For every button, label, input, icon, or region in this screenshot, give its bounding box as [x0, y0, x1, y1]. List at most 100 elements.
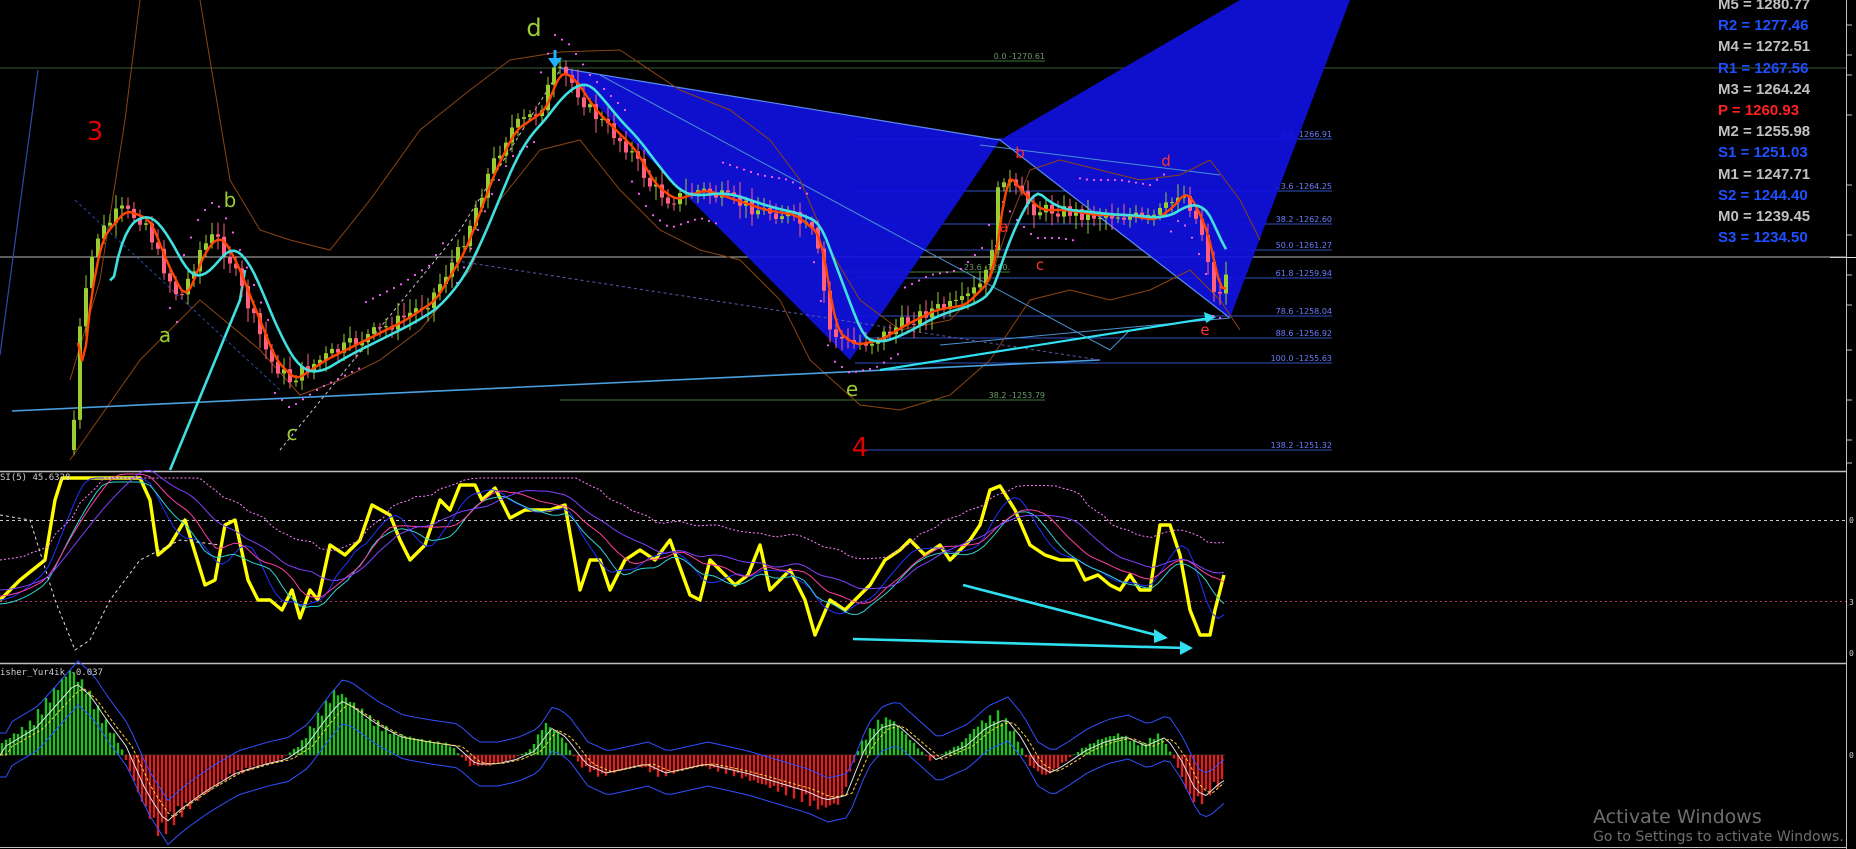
sar-dot — [728, 163, 732, 167]
fisher-histogram-bar — [1052, 755, 1056, 769]
wave-label: e — [1200, 321, 1209, 339]
fibo-level-label: 78.6 -1258.04 — [1276, 307, 1332, 316]
candle-body — [972, 287, 976, 294]
sar-dot — [1197, 252, 1201, 256]
fisher-histogram-bar — [764, 755, 768, 785]
watermark-subtitle: Go to Settings to activate Windows. — [1593, 829, 1844, 845]
pivot-level-row: S3 = 1234.50 — [1718, 229, 1808, 247]
fisher-histogram-bar — [8, 738, 12, 755]
fisher-histogram-bar — [1092, 743, 1096, 755]
fisher-axis-tick-label: 0 — [1849, 751, 1854, 760]
fisher-histogram-bar — [584, 755, 588, 767]
fisher-histogram-bar — [204, 755, 208, 794]
candle-body — [666, 197, 670, 204]
rsi-divergence-arrowhead-lower — [1180, 641, 1193, 655]
fisher-histogram-bar — [448, 746, 452, 755]
fisher-histogram-bar — [452, 748, 456, 755]
fisher-histogram-bar — [636, 755, 640, 766]
fisher-histogram-bar — [612, 755, 616, 774]
candle-body — [144, 223, 148, 225]
candle-body — [912, 323, 916, 325]
sar-dot — [546, 52, 550, 55]
sar-dot — [574, 52, 578, 56]
sar-dot — [1029, 232, 1033, 236]
fisher-histogram-bar — [184, 755, 188, 803]
fisher-histogram-bar — [124, 755, 128, 760]
sar-dot — [301, 398, 305, 401]
fisher-histogram-bar — [244, 755, 248, 768]
sar-dot — [875, 365, 879, 368]
fisher-histogram-bar — [920, 751, 924, 755]
fisher-histogram-bar — [996, 710, 1000, 755]
sar-dot — [525, 145, 529, 148]
candle-body — [1224, 274, 1228, 294]
rsi-divergence-arrowhead-upper — [1154, 629, 1168, 643]
rsi-band-upper — [0, 477, 1225, 561]
candle-body — [756, 210, 760, 215]
fisher-histogram-bar — [360, 708, 364, 755]
fisher-histogram-bar — [316, 712, 320, 755]
sar-dot — [644, 204, 648, 208]
fisher-histogram-bar — [620, 755, 624, 771]
fisher-histogram-bar — [800, 755, 804, 803]
fisher-histogram-bar — [1072, 754, 1076, 755]
sar-dot — [616, 101, 620, 105]
candle-body — [1056, 213, 1060, 217]
fisher-histogram-bar — [1112, 735, 1116, 755]
fisher-histogram-bar — [976, 726, 980, 755]
fisher-histogram-bar — [348, 701, 352, 755]
rsi-axis-tick-label: 0 — [1849, 516, 1854, 525]
sar-dot — [1211, 314, 1215, 318]
candle-body — [378, 327, 382, 329]
fisher-signal-yellow — [0, 688, 1225, 818]
candle-body — [702, 188, 706, 191]
sar-dot — [378, 293, 382, 297]
candle-body — [228, 256, 232, 264]
sar-dot — [770, 175, 774, 179]
rsi-divergence-line-upper — [962, 583, 1161, 638]
fisher-histogram-bar — [808, 755, 812, 807]
sar-dot — [1134, 181, 1138, 184]
candle-body — [180, 294, 184, 296]
sar-dot — [707, 219, 711, 223]
fisher-histogram-bar — [972, 728, 976, 755]
sar-dot — [959, 267, 963, 271]
chart-stage: 0.0 -1270.61 0.0 -1266.91 23.6 -1264.25 38.… — [0, 0, 1856, 849]
sar-dot — [1120, 179, 1124, 182]
sar-dot — [1043, 236, 1047, 240]
sar-dot — [476, 228, 480, 232]
fisher-histogram-bar — [232, 755, 236, 777]
candle-body — [1110, 215, 1114, 219]
fisher-histogram-bar — [416, 738, 420, 755]
fisher-histogram-bar — [1000, 722, 1004, 755]
fisher-histogram-bar — [816, 755, 820, 810]
candle-body — [516, 118, 520, 128]
sar-dot — [385, 290, 389, 293]
fisher-histogram-bar — [408, 736, 412, 755]
fisher-histogram-bar — [568, 750, 572, 755]
fisher-histogram-bar — [160, 755, 164, 823]
fisher-histogram-bar — [844, 755, 848, 787]
fisher-histogram-bar — [1076, 751, 1080, 755]
fisher-histogram-bar — [220, 755, 224, 780]
fisher-histogram-bar — [748, 755, 752, 781]
fisher-histogram-bar — [616, 755, 620, 772]
candle-body — [936, 304, 940, 309]
fisher-histogram-bar — [404, 736, 408, 755]
sar-dot — [427, 264, 431, 267]
pivot-level-row: M0 = 1239.45 — [1718, 208, 1811, 226]
fisher-histogram-bar — [928, 755, 932, 761]
sar-dot — [938, 272, 942, 275]
fisher-histogram-bar — [608, 755, 612, 773]
fisher-histogram-bar — [576, 755, 580, 762]
sar-dot — [364, 300, 368, 304]
wave-label: c — [1036, 256, 1044, 274]
sar-dot — [658, 219, 662, 222]
sar-dot — [392, 286, 396, 290]
rsi-divergence-line-lower — [852, 637, 1186, 650]
sar-dot — [231, 231, 235, 234]
sar-dot — [980, 246, 984, 250]
fisher-histogram-bar — [112, 733, 116, 755]
sar-dot — [819, 299, 823, 303]
pivot-level-row: R2 = 1277.46 — [1718, 17, 1809, 35]
